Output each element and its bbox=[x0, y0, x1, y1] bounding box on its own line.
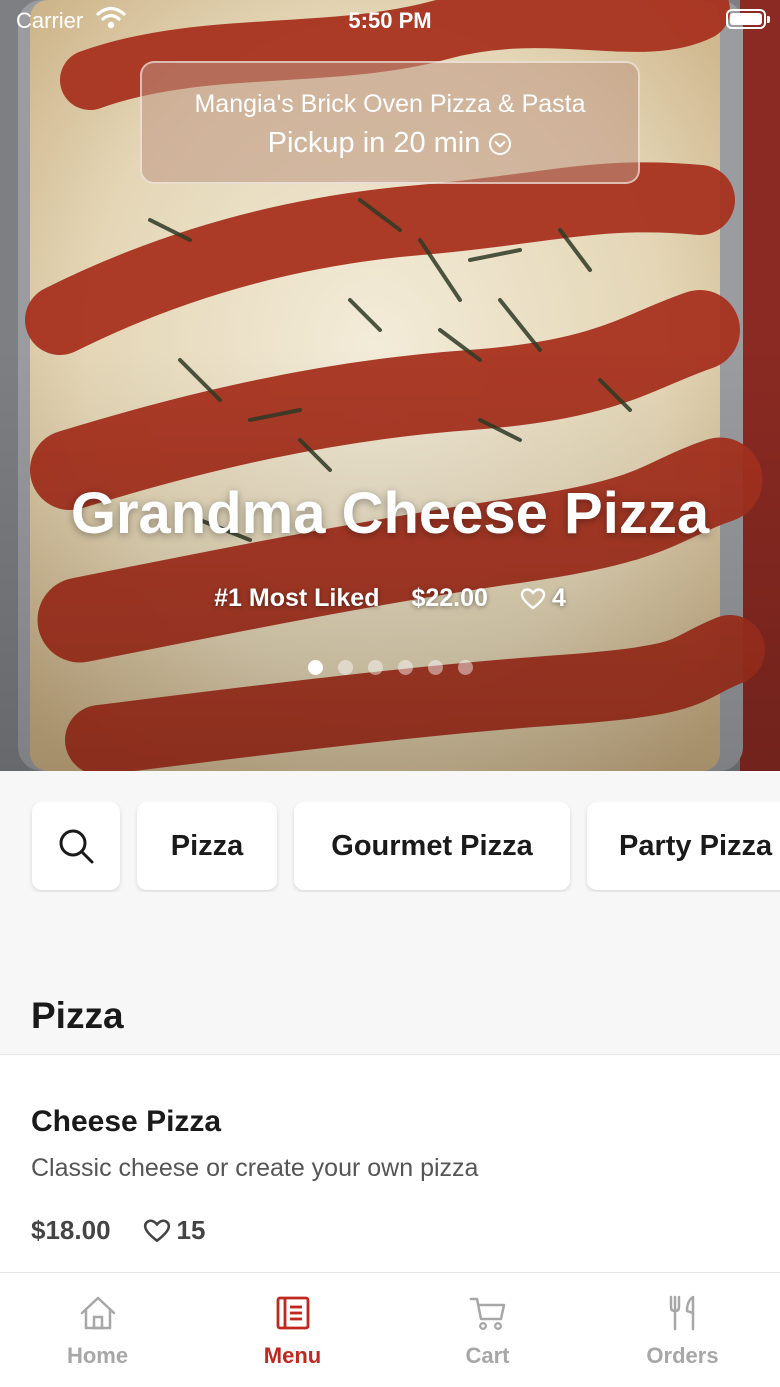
featured-likes: 4 bbox=[520, 584, 566, 613]
item-price: $18.00 bbox=[31, 1215, 111, 1245]
menu-item[interactable]: Cheese Pizza Classic cheese or create yo… bbox=[0, 1054, 780, 1272]
heart-icon bbox=[143, 1218, 170, 1242]
featured-price: $22.00 bbox=[411, 584, 488, 612]
cart-icon bbox=[469, 1297, 505, 1330]
tab-menu[interactable]: Menu bbox=[195, 1273, 390, 1387]
home-icon bbox=[80, 1296, 115, 1330]
store-name: Mangia's Brick Oven Pizza & Pasta bbox=[194, 90, 586, 118]
carousel-dot[interactable] bbox=[427, 660, 443, 675]
carousel-dot[interactable] bbox=[367, 660, 383, 675]
featured-item-meta: #1 Most Liked $22.00 4 bbox=[0, 584, 780, 613]
chevron-down-circle-icon bbox=[489, 132, 512, 155]
most-liked-badge: #1 Most Liked bbox=[214, 584, 380, 612]
tab-orders[interactable]: Orders bbox=[585, 1273, 780, 1387]
featured-item-title: Grandma Cheese Pizza bbox=[70, 481, 710, 546]
tab-home-label: Home bbox=[66, 1343, 129, 1368]
tab-orders-label: Orders bbox=[646, 1343, 719, 1368]
utensils-icon bbox=[669, 1295, 694, 1331]
item-meta: $18.00 15 bbox=[31, 1215, 205, 1246]
item-description: Classic cheese or create your own pizza bbox=[31, 1154, 479, 1182]
item-likes-count: 15 bbox=[176, 1215, 206, 1245]
menu-icon bbox=[276, 1296, 309, 1330]
store-pickup-selector[interactable]: Mangia's Brick Oven Pizza & Pasta Pickup… bbox=[140, 61, 640, 184]
carousel-dots[interactable] bbox=[0, 660, 780, 675]
tab-home[interactable]: Home bbox=[0, 1273, 195, 1387]
category-chip-party-pizza[interactable]: Party Pizza bbox=[587, 802, 780, 890]
tab-cart[interactable]: Cart bbox=[390, 1273, 585, 1387]
carousel-dot[interactable] bbox=[457, 660, 473, 675]
search-button[interactable] bbox=[32, 802, 120, 890]
heart-icon bbox=[520, 587, 546, 609]
item-name: Cheese Pizza bbox=[31, 1105, 222, 1138]
featured-likes-count: 4 bbox=[551, 584, 566, 612]
category-bar: Pizza Gourmet Pizza Party Pizza bbox=[0, 802, 780, 892]
tab-cart-label: Cart bbox=[465, 1343, 510, 1368]
battery-icon bbox=[726, 9, 770, 29]
search-icon bbox=[59, 829, 94, 864]
tab-bar: Home Menu Cart Orders bbox=[0, 1272, 780, 1387]
tab-menu-label: Menu bbox=[263, 1343, 322, 1368]
carousel-dot[interactable] bbox=[337, 660, 353, 675]
category-chip-gourmet-pizza[interactable]: Gourmet Pizza bbox=[294, 802, 570, 890]
carousel-dot[interactable] bbox=[307, 660, 323, 675]
carousel-dot[interactable] bbox=[397, 660, 413, 675]
clock: 5:50 PM bbox=[348, 8, 432, 33]
section-title: Pizza bbox=[31, 995, 124, 1036]
item-likes: 15 bbox=[143, 1215, 206, 1246]
pickup-label: Pickup in 20 min bbox=[267, 127, 481, 159]
status-bar: Carrier 5:50 PM bbox=[0, 0, 780, 40]
hero-banner[interactable]: Carrier 5:50 PM Mangia's Brick Oven Pizz… bbox=[0, 0, 780, 771]
pickup-time[interactable]: Pickup in 20 min bbox=[268, 127, 513, 160]
category-chip-pizza[interactable]: Pizza bbox=[137, 802, 277, 890]
